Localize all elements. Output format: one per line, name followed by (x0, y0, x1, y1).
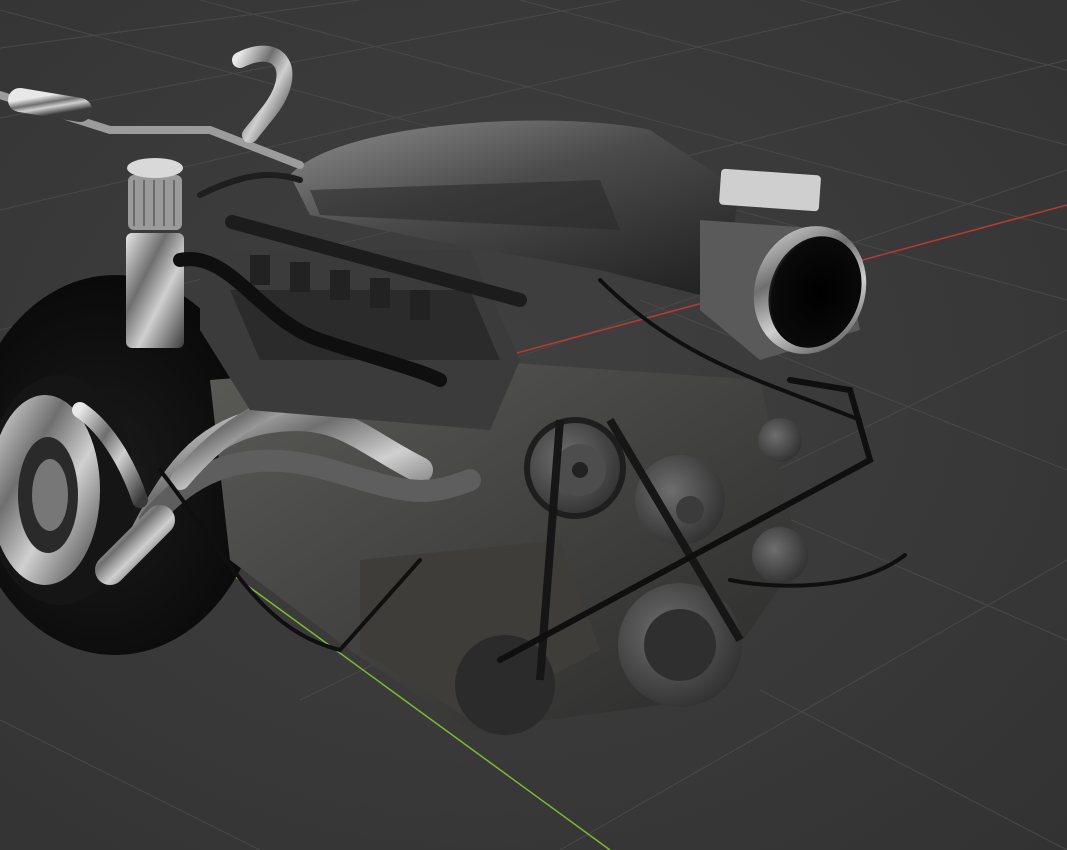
valve-cover (200, 250, 520, 430)
viewport-canvas[interactable] (0, 0, 1067, 850)
breather-filter (126, 158, 184, 348)
3d-viewport[interactable] (0, 0, 1067, 850)
engine-model[interactable] (0, 45, 907, 735)
throttle-body (700, 168, 867, 360)
